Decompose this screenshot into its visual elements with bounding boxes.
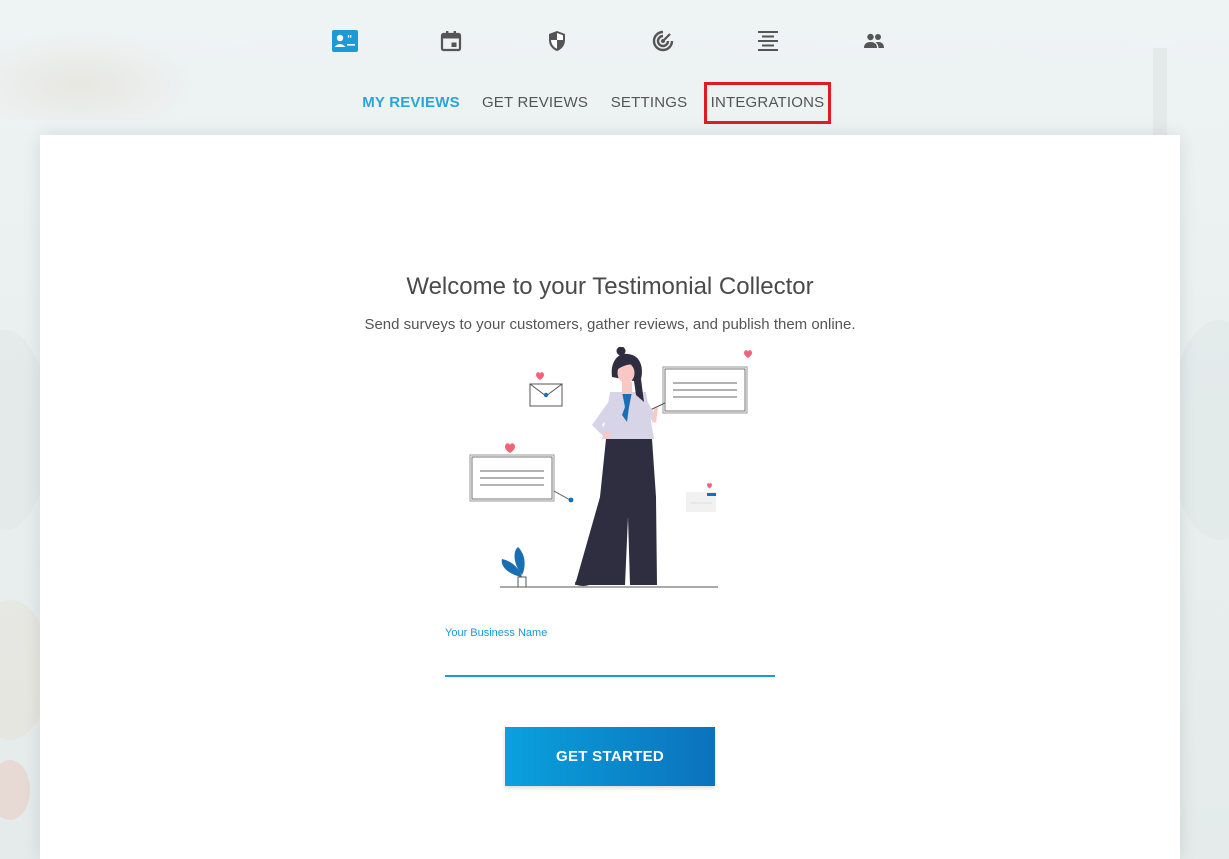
main-tabs: MY REVIEWS GET REVIEWS SETTINGS INTEGRAT… [0, 82, 1229, 124]
tab-my-reviews[interactable]: MY REVIEWS [356, 82, 466, 124]
nav-radar-button[interactable] [648, 26, 678, 56]
people-icon [864, 33, 884, 48]
nav-testimonials-button[interactable]: " [330, 26, 360, 56]
svg-text:": " [347, 34, 352, 45]
background-decoration [0, 760, 30, 820]
welcome-card: Welcome to your Testimonial Collector Se… [40, 135, 1180, 859]
business-name-label: Your Business Name [445, 627, 548, 639]
business-name-field: Your Business Name [445, 627, 775, 685]
nav-shield-button[interactable] [542, 26, 572, 56]
radar-icon [652, 30, 674, 52]
align-center-icon [758, 31, 778, 51]
nav-calendar-button[interactable] [436, 26, 466, 56]
page-subtitle: Send surveys to your customers, gather r… [364, 316, 856, 333]
tab-get-reviews[interactable]: GET REVIEWS [481, 82, 589, 124]
nav-align-button[interactable] [753, 26, 783, 56]
tab-integrations[interactable]: INTEGRATIONS [704, 82, 831, 124]
page-title: Welcome to your Testimonial Collector [406, 273, 814, 300]
nav-people-button[interactable] [859, 26, 889, 56]
shield-icon [549, 31, 565, 51]
icon-nav: " [0, 26, 1229, 56]
calendar-icon [440, 31, 462, 52]
tab-settings[interactable]: SETTINGS [608, 82, 690, 124]
testimonial-illustration [469, 347, 752, 588]
testimonial-card-icon: " [332, 30, 358, 52]
get-started-button[interactable]: GET STARTED [505, 727, 715, 786]
business-name-input[interactable] [445, 645, 775, 677]
